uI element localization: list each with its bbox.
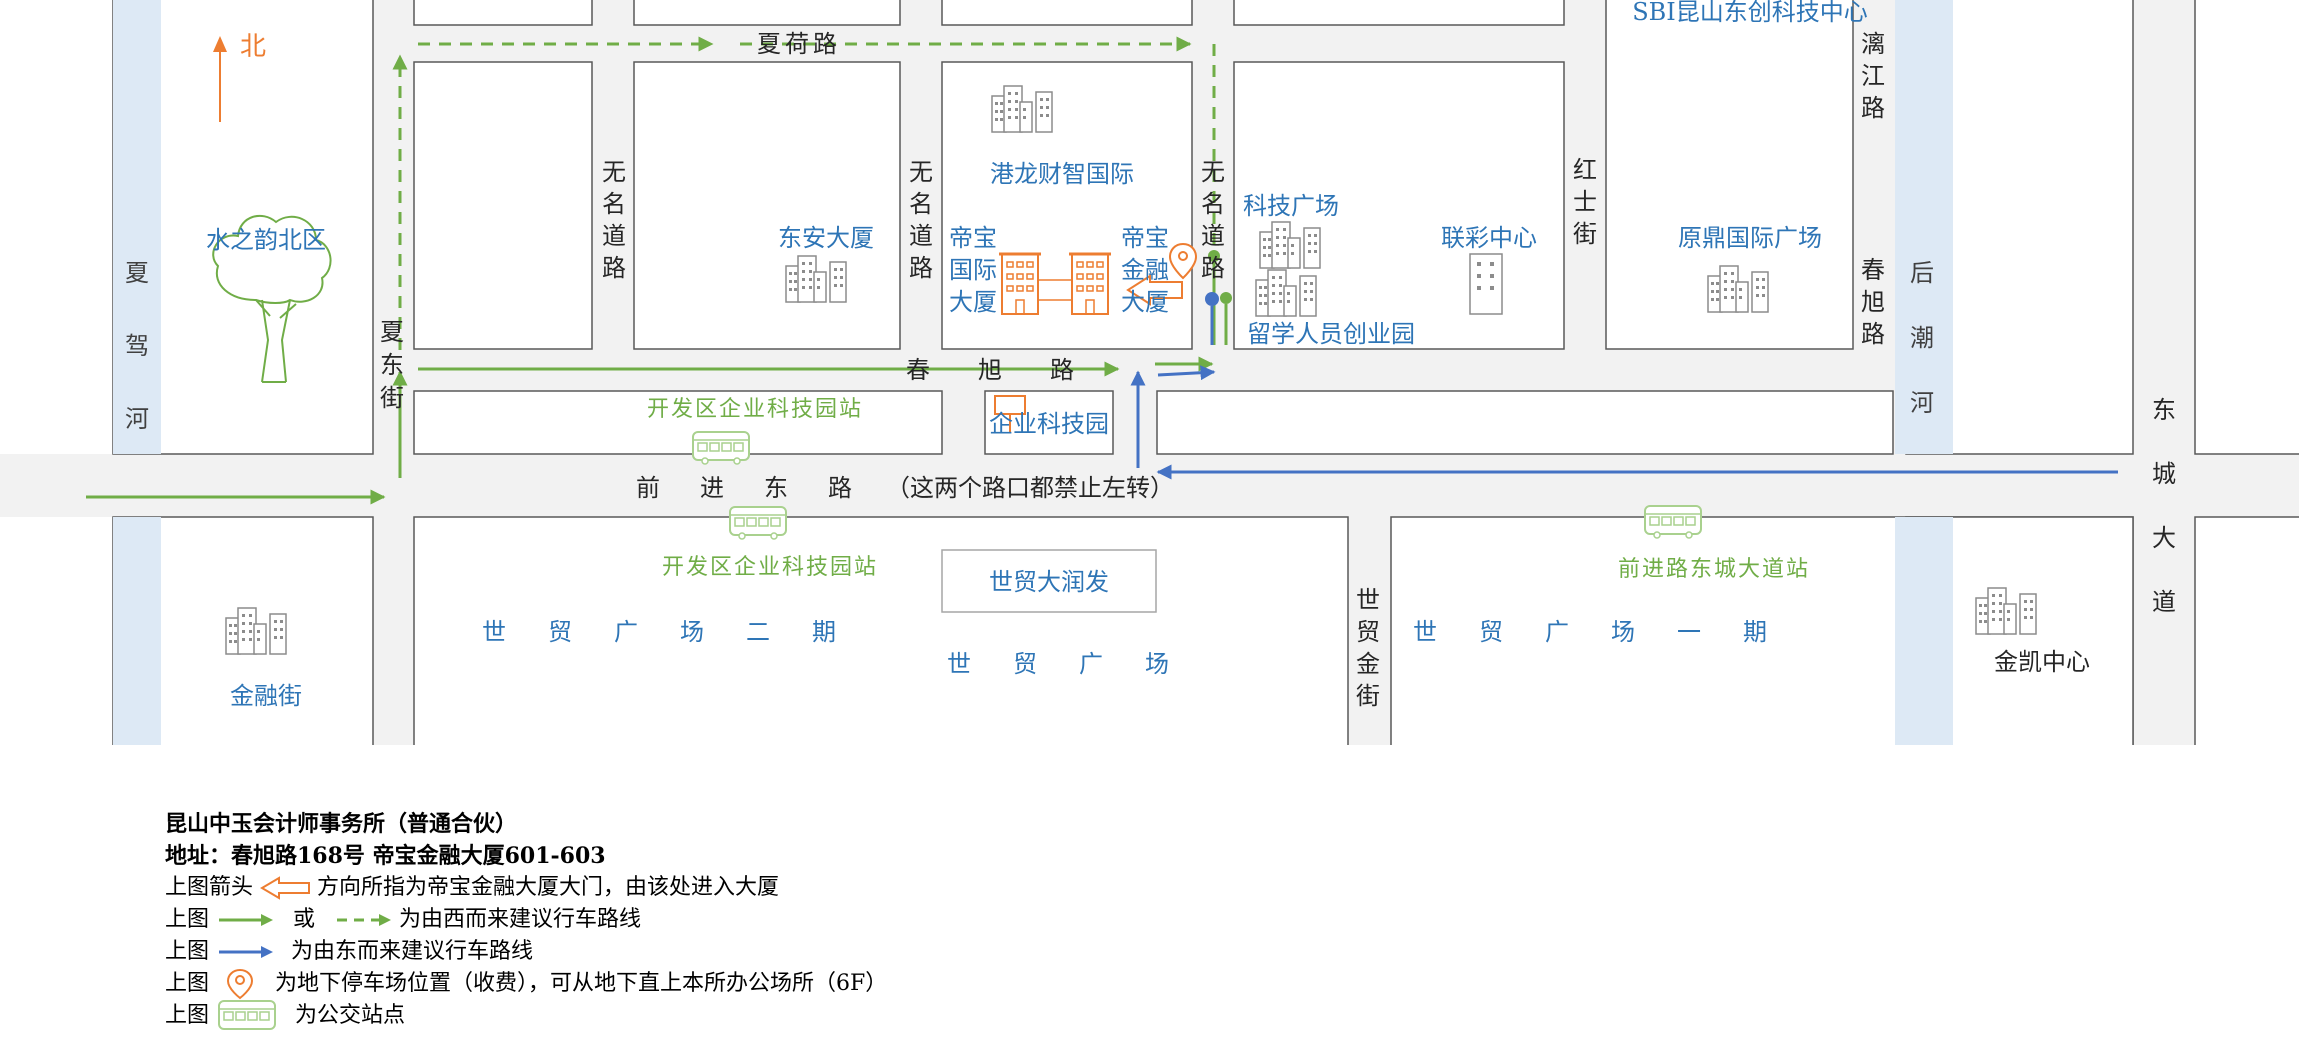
firm-name: 昆山中玉会计师事务所（普通合伙） (165, 811, 518, 837)
label-dibao-intl: 帝宝国际大厦 (949, 224, 997, 316)
legend: 昆山中玉会计师事务所（普通合伙） 地址：春旭路168号 帝宝金融大厦601-60… (165, 808, 887, 1032)
label-liuxue: 留学人员创业园 (1247, 320, 1415, 348)
legend-parking-prefix: 上图 (165, 971, 210, 996)
label-sbi: SBI昆山东创科技中心 (1632, 0, 1868, 26)
bus-stop-icon-north (692, 431, 750, 465)
label-shuizhiyun: 水之韵北区 (206, 226, 326, 254)
river-east-south (1895, 517, 1953, 745)
legend-row-west: 上图 或 为由西而来建议行车路线 (165, 904, 887, 936)
road-lijiang: 漓江路 (1861, 30, 1885, 122)
legend-parking-text: 为地下停车场位置（收费），可从地下直上本所办公场所（6F） (275, 971, 888, 996)
label-shimao-runfa: 世贸大润发 (989, 568, 1109, 596)
firm-address: 地址：春旭路168号 帝宝金融大厦601-603 (165, 843, 606, 869)
road-chunxu-vertical: 春旭路 (1861, 256, 1885, 348)
label-qiye-keji: 企业科技园 (989, 410, 1109, 438)
dibao-intl-building-icon (997, 252, 1043, 316)
label-shimao: 世贸广场 (947, 650, 1211, 678)
entrance-arrow-icon (260, 876, 311, 900)
river-west-south (113, 517, 161, 745)
legend-west-prefix: 上图 (165, 907, 210, 932)
legend-bus-prefix: 上图 (165, 1003, 210, 1028)
label-ganglong: 港龙财智国际 (990, 160, 1134, 188)
station-kaifa-south: 开发区企业科技园站 (662, 555, 878, 580)
label-keji-guangchang: 科技广场 (1243, 192, 1339, 220)
bus-stop-icon (218, 1000, 277, 1030)
liucai-building-icon (1469, 253, 1503, 315)
dibao-fin-building-icon (1067, 252, 1113, 316)
label-dongan: 东安大厦 (778, 224, 874, 252)
road-chunxu: 春旭路 (906, 356, 1122, 384)
river-east (1895, 0, 1953, 454)
route-map: 夏驾河 后潮河 北 夏荷路 夏东街 无名道路 无名道路 无名道路 春旭路 前进东… (0, 0, 2299, 745)
road-xiahe: 夏荷路 (757, 30, 841, 58)
legend-row-parking: 上图 为地下停车场位置（收费），可从地下直上本所办公场所（6F） (165, 968, 887, 1000)
legend-row-entrance: 上图箭头 方向所指为帝宝金融大厦大门，由该处进入大厦 (165, 872, 887, 904)
label-shimao-1: 世贸广场一期 (1413, 618, 1809, 646)
road-qianjin-note: （这两个路口都禁止左转） (886, 474, 1174, 502)
legend-west-text: 为由西而来建议行车路线 (399, 907, 642, 932)
river-west (113, 0, 161, 454)
bus-stop-icon-south (729, 506, 787, 540)
station-qianjin-dongcheng: 前进路东城大道站 (1618, 557, 1810, 582)
north-label: 北 (240, 32, 266, 62)
label-jinkai: 金凯中心 (1994, 648, 2090, 676)
legend-entrance-text: 方向所指为帝宝金融大厦大门，由该处进入大厦 (317, 875, 780, 900)
label-liucai: 联彩中心 (1441, 224, 1537, 252)
parking-pin-icon (227, 968, 254, 1000)
road-xiadong: 夏东街 (380, 318, 404, 412)
bus-stop-icon-east (1644, 505, 1702, 539)
green-dashed-arrow-icon (337, 914, 392, 926)
blue-arrow-icon (219, 946, 274, 958)
label-dibao-fin: 帝宝金融大厦 (1121, 224, 1169, 316)
legend-east-text: 为由东而来建议行车路线 (291, 939, 534, 964)
road-hongshi: 红士街 (1573, 156, 1597, 248)
green-arrow-icon (219, 914, 274, 926)
label-jinrong-jie: 金融街 (230, 682, 302, 710)
legend-entrance-prefix: 上图箭头 (165, 875, 254, 900)
river-east-label: 后潮河 (1910, 259, 1934, 417)
legend-row-east: 上图 为由东而来建议行车路线 (165, 936, 887, 968)
legend-east-prefix: 上图 (165, 939, 210, 964)
river-west-label: 夏驾河 (125, 259, 149, 433)
legend-west-or: 或 (293, 907, 316, 932)
label-yuanding: 原鼎国际广场 (1678, 224, 1822, 252)
station-kaifa-north: 开发区企业科技园站 (647, 397, 863, 422)
legend-bus-text: 为公交站点 (295, 1003, 406, 1028)
legend-row-bus: 上图 为公交站点 (165, 1000, 887, 1032)
road-qianjin-east: 前进东路 (636, 474, 892, 502)
label-shimao-2: 世贸广场二期 (482, 618, 878, 646)
